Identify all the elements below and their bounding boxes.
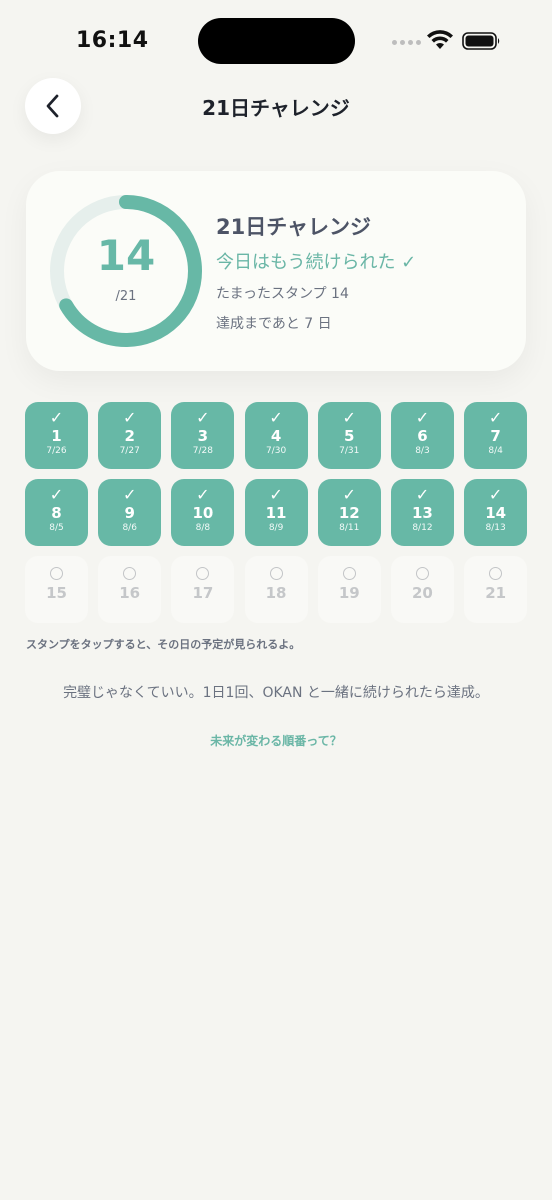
stamp-day-17[interactable]: 17 <box>171 556 235 623</box>
future-order-link[interactable]: 未来が変わる順番って？ <box>0 732 552 749</box>
stamp-date: 8/8 <box>195 523 211 533</box>
stamp-day-number: 2 <box>124 427 135 445</box>
days-remaining-text: 達成まであと 7 日 <box>216 316 332 332</box>
check-icon: ✓ <box>342 485 356 504</box>
dynamic-island <box>198 18 355 64</box>
stamp-day-number: 19 <box>338 584 360 602</box>
stamp-day-number: 11 <box>265 504 287 522</box>
empty-circle-icon <box>269 567 283 580</box>
stamp-day-number: 18 <box>265 584 287 602</box>
stamp-day-1[interactable]: ✓ 1 7/26 <box>25 402 88 469</box>
stamp-day-8[interactable]: ✓ 8 8/5 <box>25 479 88 546</box>
stamp-day-12[interactable]: ✓ 12 8/11 <box>317 479 381 546</box>
stamp-day-number: 8 <box>51 504 62 522</box>
stamp-day-20[interactable]: 20 <box>390 556 454 623</box>
empty-circle-icon <box>50 567 63 580</box>
stamp-date: 8/13 <box>485 523 506 533</box>
stamp-day-number: 1 <box>51 427 62 445</box>
stamp-grid: ✓ 1 7/26 ✓ 2 7/27 ✓ 3 7/28 ✓ 4 7/30 ✓ 5 7/31 ✓ 6 8/3 ✓ 7 8/4… <box>25 402 528 623</box>
stamp-date: 7/28 <box>192 446 213 456</box>
stamp-day-5[interactable]: ✓ 5 7/31 <box>317 402 381 469</box>
stamp-day-3[interactable]: ✓ 3 7/28 <box>171 402 235 469</box>
stamp-count-text: たまったスタンプ 14 <box>216 286 349 302</box>
check-icon: ✓ <box>122 485 137 504</box>
stamp-date: 8/12 <box>412 523 433 533</box>
stamp-date: 7/27 <box>119 446 140 456</box>
empty-circle-icon <box>342 567 356 580</box>
stamp-day-16[interactable]: 16 <box>98 556 162 623</box>
empty-circle-icon <box>123 567 137 580</box>
stamp-day-number: 14 <box>485 504 507 522</box>
status-bar: 16:14 <box>0 0 552 80</box>
stamp-day-6[interactable]: ✓ 6 8/3 <box>390 402 454 469</box>
stamp-day-number: 7 <box>490 427 501 445</box>
stamp-day-number: 6 <box>417 427 428 445</box>
stamp-day-9[interactable]: ✓ 9 8/6 <box>98 479 162 546</box>
check-icon: ✓ <box>122 408 137 427</box>
stamp-date: 8/5 <box>49 523 64 533</box>
check-icon: ✓ <box>415 485 430 504</box>
stamp-date: 8/4 <box>488 446 503 456</box>
stamp-day-number: 5 <box>344 427 355 445</box>
empty-circle-icon <box>196 567 210 580</box>
stamp-day-18[interactable]: 18 <box>244 556 308 623</box>
progress-count: 14 <box>96 231 156 280</box>
empty-circle-icon <box>415 567 429 580</box>
check-icon: ✓ <box>269 485 283 504</box>
summary-card: 14 /21 21日チャレンジ 今日はもう続けられた ✓ たまったスタンプ 14… <box>26 171 526 371</box>
status-time: 16:14 <box>76 28 149 53</box>
stamp-day-number: 21 <box>485 584 507 602</box>
check-icon: ✓ <box>488 408 503 427</box>
check-icon: ✓ <box>196 408 210 427</box>
tap-hint: スタンプをタップすると、その日の予定が見られるよ。 <box>26 638 301 651</box>
stamp-date: 7/31 <box>339 446 360 456</box>
stamp-day-number: 4 <box>270 427 282 445</box>
stamp-day-13[interactable]: ✓ 13 8/12 <box>390 479 454 546</box>
check-icon: ✓ <box>488 485 503 504</box>
stamp-day-2[interactable]: ✓ 2 7/27 <box>98 402 162 469</box>
stamp-date: 8/9 <box>268 523 284 533</box>
stamp-date: 8/3 <box>415 446 430 456</box>
stamp-day-number: 13 <box>412 504 433 522</box>
empty-circle-icon <box>489 567 503 580</box>
stamp-day-number: 17 <box>192 584 214 602</box>
stamp-day-number: 10 <box>192 504 214 522</box>
stamp-day-19[interactable]: 19 <box>317 556 381 623</box>
progress-total: /21 <box>115 289 137 304</box>
stamp-date: 7/26 <box>46 446 67 456</box>
wifi-icon <box>427 30 453 49</box>
check-icon: ✓ <box>196 485 210 504</box>
stamp-day-7[interactable]: ✓ 7 8/4 <box>464 402 528 469</box>
stamp-day-10[interactable]: ✓ 10 8/8 <box>171 479 235 546</box>
stamp-date: 8/6 <box>122 523 137 533</box>
encouragement-text: 完璧じゃなくていい。1日1回、OKAN と一緒に続けられたら達成。 <box>63 685 489 701</box>
stamp-day-4[interactable]: ✓ 4 7/30 <box>244 402 308 469</box>
battery-icon <box>462 32 500 50</box>
page-title: 21日チャレンジ <box>202 96 350 120</box>
stamp-day-number: 12 <box>338 504 360 522</box>
challenge-title: 21日チャレンジ <box>216 215 372 239</box>
stamp-day-11[interactable]: ✓ 11 8/9 <box>244 479 308 546</box>
check-icon: ✓ <box>415 408 430 427</box>
cellular-signal-icon <box>392 40 421 45</box>
stamp-day-number: 20 <box>412 584 433 602</box>
stamp-day-number: 15 <box>46 584 67 602</box>
check-icon: ✓ <box>342 408 356 427</box>
stamp-day-number: 9 <box>124 504 135 522</box>
stamp-day-number: 16 <box>119 584 141 602</box>
stamp-day-15[interactable]: 15 <box>25 556 88 623</box>
stamp-day-number: 3 <box>197 427 209 445</box>
check-icon: ✓ <box>269 408 283 427</box>
check-icon: ✓ <box>49 408 64 427</box>
today-status: 今日はもう続けられた ✓ <box>216 252 417 273</box>
stamp-date: 8/11 <box>339 523 360 533</box>
stamp-day-14[interactable]: ✓ 14 8/13 <box>464 479 528 546</box>
stamp-day-21[interactable]: 21 <box>464 556 528 623</box>
check-icon: ✓ <box>49 485 64 504</box>
stamp-date: 7/30 <box>265 446 287 456</box>
